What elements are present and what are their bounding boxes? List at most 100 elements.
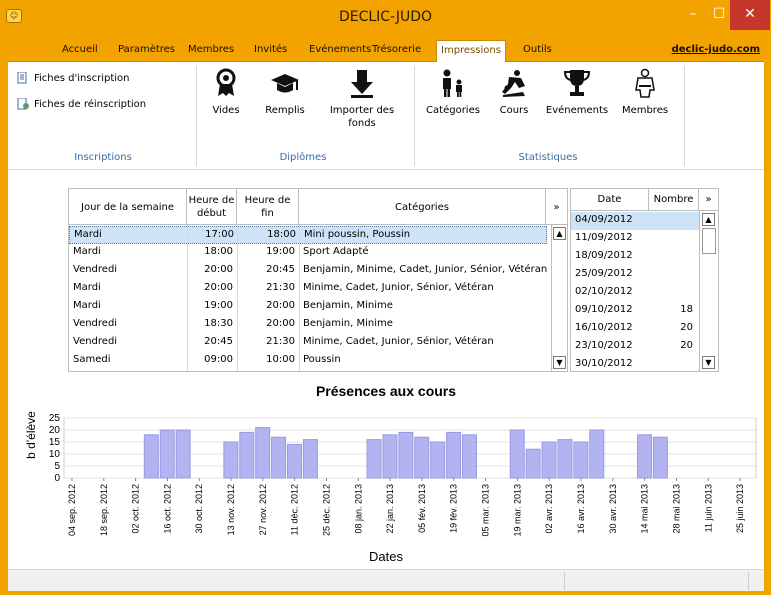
- chart-x-tick-label: 19 fév. 2013: [449, 484, 459, 533]
- title-bar[interactable]: ☺ DECLIC-JUDO – ☐ ✕: [0, 0, 771, 38]
- tab-tresorerie[interactable]: Trésorerie: [372, 44, 421, 55]
- date-row[interactable]: 09/10/2012 18: [571, 302, 699, 320]
- scroll-thumb[interactable]: [702, 228, 716, 254]
- schedule-scrollbar[interactable]: ▲ ▼: [551, 225, 567, 371]
- ribbon-separator: [684, 66, 685, 166]
- stats-membres-label: Membres: [621, 105, 669, 116]
- date-row[interactable]: 30/10/2012: [571, 356, 699, 374]
- importer-fonds-button[interactable]: Importer des fonds: [326, 68, 398, 130]
- table-row[interactable]: Vendredi 20:45 21:30 Minime, Cadet, Junior,…: [69, 334, 547, 352]
- col-expand-button[interactable]: »: [546, 189, 567, 225]
- scroll-down-icon[interactable]: ▼: [702, 356, 715, 369]
- cell-categories: Benjamin, Minime: [303, 318, 393, 329]
- chart-bar: [430, 441, 446, 479]
- download-arrow-icon: [351, 70, 373, 98]
- scroll-up-icon[interactable]: ▲: [553, 227, 566, 240]
- cell-nombre: 20: [680, 322, 693, 333]
- tab-evenements[interactable]: Evénements: [309, 44, 371, 55]
- tab-impressions[interactable]: Impressions: [436, 40, 506, 62]
- chart-x-tick-label: 14 mai 2013: [640, 484, 650, 534]
- tab-invites[interactable]: Invités: [254, 44, 287, 55]
- tab-parametres[interactable]: Paramètres: [118, 44, 175, 55]
- tab-accueil[interactable]: Accueil: [62, 44, 98, 55]
- chart-x-tick-label: 16 avr. 2013: [576, 484, 586, 534]
- cell-jour: Vendredi: [73, 336, 118, 347]
- chart-bar: [398, 431, 414, 479]
- table-row[interactable]: Mardi 18:00 19:00 Sport Adapté: [69, 244, 547, 262]
- fiches-inscription-button[interactable]: Fiches d'inscription: [16, 72, 130, 84]
- chart-y-tick-label: 20: [49, 425, 61, 436]
- col-divider: [187, 225, 188, 371]
- col-heure-fin[interactable]: Heure de fin: [237, 189, 299, 225]
- cell-jour: Vendredi: [73, 318, 118, 329]
- col-jour[interactable]: Jour de la semaine: [69, 189, 187, 225]
- col-divider: [237, 225, 238, 371]
- window-title: DECLIC-JUDO: [338, 9, 433, 25]
- cell-categories: Sport Adapté: [303, 246, 369, 257]
- document-print-icon: [17, 72, 27, 84]
- date-row[interactable]: 04/09/2012: [571, 212, 699, 230]
- chart-bar: [287, 443, 303, 479]
- remplis-button[interactable]: Remplis: [260, 68, 310, 117]
- cell-heure-fin: 20:45: [266, 264, 295, 275]
- vides-button[interactable]: Vides: [206, 68, 246, 117]
- scroll-down-icon[interactable]: ▼: [553, 356, 566, 369]
- cell-heure-debut: 17:00: [205, 229, 234, 240]
- site-link[interactable]: declic-judo.com: [672, 44, 760, 55]
- col-date[interactable]: Date: [571, 189, 649, 211]
- chart-y-tick-label: 5: [54, 461, 60, 472]
- table-row[interactable]: Mardi 17:00 18:00 Mini poussin, Poussin: [69, 226, 547, 244]
- cell-heure-debut: 09:00: [204, 354, 233, 365]
- chart-bar: [302, 439, 318, 479]
- chart-x-tick-label: 30 oct. 2012: [194, 484, 204, 534]
- scroll-up-icon[interactable]: ▲: [702, 213, 715, 226]
- stats-cours-button[interactable]: Cours: [494, 68, 534, 117]
- stats-evenements-button[interactable]: Evénements: [544, 68, 610, 117]
- date-row[interactable]: 11/09/2012: [571, 230, 699, 248]
- date-row[interactable]: 23/10/2012 20: [571, 338, 699, 356]
- cell-heure-fin: 20:00: [266, 318, 295, 329]
- date-row[interactable]: 18/09/2012: [571, 248, 699, 266]
- date-row[interactable]: 02/10/2012: [571, 284, 699, 302]
- stats-categories-label: Catégories: [426, 105, 480, 116]
- table-row[interactable]: Vendredi 20:00 20:45 Benjamin, Minime, Cade…: [69, 262, 547, 280]
- cell-date: 02/10/2012: [575, 286, 633, 297]
- chart-bar: [223, 441, 239, 479]
- tab-outils[interactable]: Outils: [523, 44, 552, 55]
- dates-scrollbar[interactable]: ▲ ▼: [699, 211, 718, 371]
- chart-bar: [525, 448, 541, 479]
- status-bar: [8, 569, 764, 591]
- chart-y-tick-label: 0: [54, 473, 60, 484]
- cell-heure-fin: 20:00: [266, 300, 295, 311]
- date-row[interactable]: 25/09/2012: [571, 266, 699, 284]
- people-icon: [443, 69, 462, 97]
- tab-membres[interactable]: Membres: [188, 44, 234, 55]
- cell-date: 18/09/2012: [575, 250, 633, 261]
- cell-categories: Benjamin, Minime: [303, 300, 393, 311]
- stats-membres-button[interactable]: Membres: [620, 68, 670, 117]
- chart-x-tick-label: 28 mai 2013: [671, 484, 681, 534]
- date-row[interactable]: 16/10/2012 20: [571, 320, 699, 338]
- col-nombre[interactable]: Nombre: [649, 189, 699, 211]
- close-button[interactable]: ✕: [730, 0, 770, 30]
- col-heure-debut[interactable]: Heure de début: [187, 189, 237, 225]
- col-categories[interactable]: Catégories: [299, 189, 546, 225]
- col-divider: [299, 225, 300, 371]
- table-row[interactable]: Vendredi 18:30 20:00 Benjamin, Minime: [69, 316, 547, 334]
- chart-x-tick-label: 02 oct. 2012: [131, 484, 141, 534]
- table-row[interactable]: Samedi 09:00 10:00 Poussin: [69, 352, 547, 370]
- dates-expand-button[interactable]: »: [699, 189, 718, 211]
- fiches-reinscription-button[interactable]: Fiches de réinscription: [16, 98, 146, 110]
- chart-bar: [636, 434, 652, 479]
- table-row[interactable]: Mardi 19:00 20:00 Benjamin, Minime: [69, 298, 547, 316]
- chart-bar: [175, 429, 191, 479]
- chart-x-tick-label: 02 avr. 2013: [544, 484, 554, 534]
- stats-categories-button[interactable]: Catégories: [422, 68, 484, 117]
- table-row[interactable]: Mardi 20:00 21:30 Minime, Cadet, Junior, Sé…: [69, 280, 547, 298]
- attendance-chart: 0510152025 04 sep. 2012 18 sep. 2012 02 oc…: [24, 411, 757, 564]
- award-ribbon-icon: [216, 68, 236, 96]
- chart-x-tick-label: 27 nov. 2012: [258, 484, 268, 535]
- status-separator: [564, 572, 565, 590]
- cell-categories: Minime, Cadet, Junior, Sénior, Vétéran: [303, 336, 494, 347]
- cell-jour: Mardi: [73, 300, 101, 311]
